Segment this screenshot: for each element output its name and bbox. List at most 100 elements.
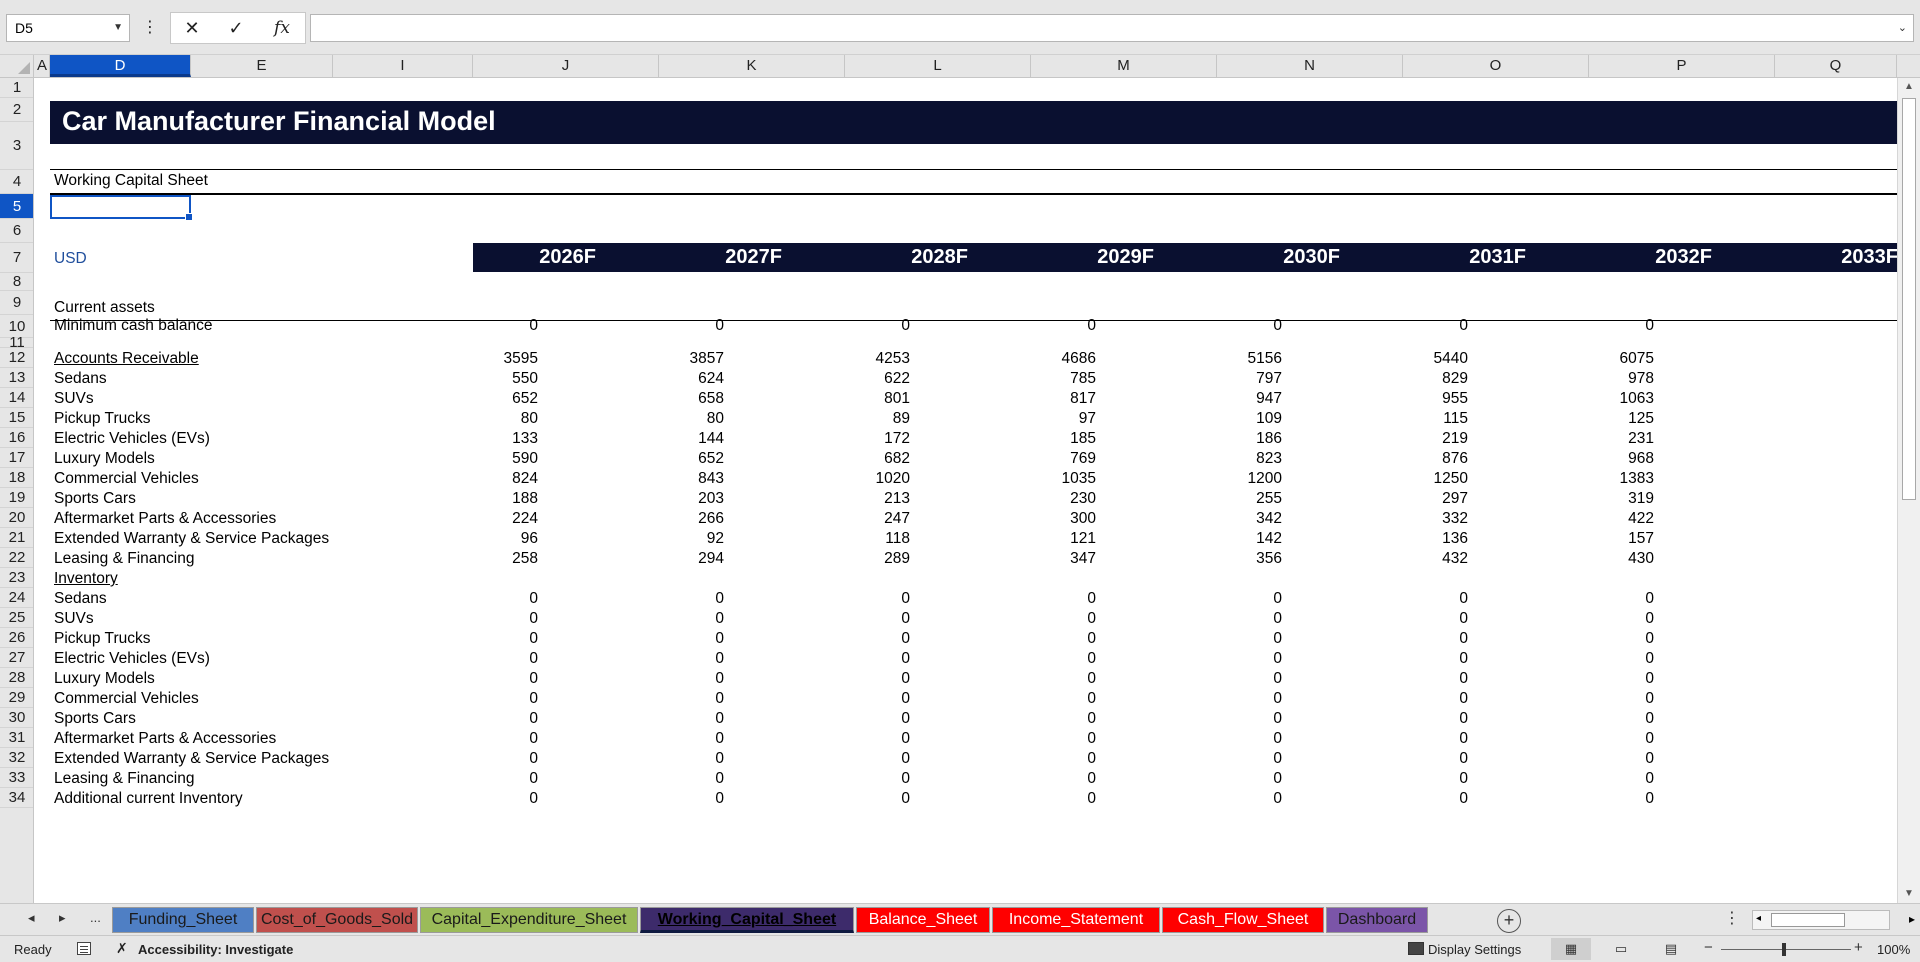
tab-income-statement[interactable]: Income_Statement xyxy=(992,907,1160,933)
inventory-item-row-value[interactable]: 0 xyxy=(1182,670,1282,688)
row-header-21[interactable]: 21 xyxy=(0,528,33,548)
ar-item-row-value[interactable]: 109 xyxy=(1182,410,1282,428)
inventory-item-row-value[interactable]: 0 xyxy=(1182,770,1282,788)
column-header-o[interactable]: O xyxy=(1403,55,1589,77)
inventory-item-row-value[interactable]: 0 xyxy=(624,610,724,628)
more-sheets-button[interactable]: ... xyxy=(90,910,101,925)
inventory-item-row-value[interactable]: 0 xyxy=(1554,670,1654,688)
inventory-item-row-value[interactable]: 0 xyxy=(1182,630,1282,648)
inventory-item-row-value[interactable]: 0 xyxy=(624,750,724,768)
inventory-item-row-value[interactable]: 0 xyxy=(1554,650,1654,668)
ar-item-row-value[interactable]: 430 xyxy=(1554,550,1654,568)
inventory-item-row-value[interactable]: 0 xyxy=(996,730,1096,748)
inventory-item-row-value[interactable]: 0 xyxy=(810,690,910,708)
horizontal-scroll-thumb[interactable] xyxy=(1771,913,1845,927)
row-header-24[interactable]: 24 xyxy=(0,588,33,608)
select-all-corner[interactable] xyxy=(0,55,34,77)
ar-item-row-value[interactable]: 797 xyxy=(1182,370,1282,388)
ar-item-row-value[interactable]: 219 xyxy=(1368,430,1468,448)
ar-item-row-value[interactable]: 823 xyxy=(1182,450,1282,468)
row-header-8[interactable]: 8 xyxy=(0,273,33,291)
next-sheet-icon[interactable]: ▸ xyxy=(59,910,66,926)
row-header-27[interactable]: 27 xyxy=(0,648,33,668)
inventory-item-row-value[interactable]: 0 xyxy=(1368,670,1468,688)
row-header-18[interactable]: 18 xyxy=(0,468,33,488)
ar-item-row-value[interactable]: 89 xyxy=(810,410,910,428)
ar-item-row-value[interactable]: 294 xyxy=(624,550,724,568)
ar-item-row-value[interactable]: 1020 xyxy=(810,470,910,488)
ar-item-row-value[interactable]: 185 xyxy=(996,430,1096,448)
ar-item-row-value[interactable]: 125 xyxy=(1554,410,1654,428)
inventory-item-row-value[interactable]: 0 xyxy=(1554,790,1654,808)
min-cash-row-value[interactable]: 0 xyxy=(996,317,1096,335)
ar-item-row-value[interactable]: 231 xyxy=(1554,430,1654,448)
ar-item-row-value[interactable]: 342 xyxy=(1182,510,1282,528)
inventory-item-row-value[interactable]: 0 xyxy=(1368,590,1468,608)
tabs-options-icon[interactable]: ⋮ xyxy=(1724,908,1740,928)
inventory-item-row-value[interactable]: 0 xyxy=(624,590,724,608)
ar-item-row-value[interactable]: 115 xyxy=(1368,410,1468,428)
ar-item-row-value[interactable]: 801 xyxy=(810,390,910,408)
row-header-19[interactable]: 19 xyxy=(0,488,33,508)
ar-item-row-value[interactable]: 258 xyxy=(438,550,538,568)
inventory-item-row-value[interactable]: 0 xyxy=(810,790,910,808)
inventory-item-row-value[interactable]: 0 xyxy=(1182,790,1282,808)
ar-item-row-value[interactable]: 682 xyxy=(810,450,910,468)
ar-item-row-value[interactable]: 300 xyxy=(996,510,1096,528)
inventory-item-row-value[interactable]: 0 xyxy=(438,610,538,628)
accounts-receivable-row-value[interactable]: 3595 xyxy=(438,350,538,368)
inventory-item-row-value[interactable]: 0 xyxy=(624,650,724,668)
ar-item-row-value[interactable]: 1200 xyxy=(1182,470,1282,488)
ar-item-row-value[interactable]: 96 xyxy=(438,530,538,548)
inventory-item-row-value[interactable]: 0 xyxy=(1554,750,1654,768)
inventory-item-row-value[interactable]: 0 xyxy=(996,790,1096,808)
ar-item-row-value[interactable]: 829 xyxy=(1368,370,1468,388)
ar-item-row-value[interactable]: 824 xyxy=(438,470,538,488)
ar-item-row-value[interactable]: 297 xyxy=(1368,490,1468,508)
column-header-a[interactable]: A xyxy=(35,55,50,77)
inventory-item-row-value[interactable]: 0 xyxy=(624,790,724,808)
page-layout-view-icon[interactable]: ▭ xyxy=(1601,938,1641,960)
vertical-scrollbar[interactable]: ▲ ▼ xyxy=(1897,78,1920,903)
ar-item-row-value[interactable]: 1063 xyxy=(1554,390,1654,408)
enter-icon[interactable]: ✓ xyxy=(218,14,254,42)
inventory-item-row-value[interactable]: 0 xyxy=(624,730,724,748)
min-cash-row-value[interactable]: 0 xyxy=(810,317,910,335)
zoom-out-icon[interactable]: − xyxy=(1704,939,1713,956)
accounts-receivable-row-value[interactable]: 5156 xyxy=(1182,350,1282,368)
inventory-item-row-value[interactable]: 0 xyxy=(996,630,1096,648)
ar-item-row-value[interactable]: 652 xyxy=(438,390,538,408)
min-cash-row-value[interactable]: 0 xyxy=(1554,317,1654,335)
row-header-11[interactable]: 11 xyxy=(0,335,33,350)
inventory-item-row-value[interactable]: 0 xyxy=(810,750,910,768)
row-header-28[interactable]: 28 xyxy=(0,668,33,688)
tab-working-capital-sheet[interactable]: Working_Capital_Sheet xyxy=(640,907,854,933)
inventory-item-row-value[interactable]: 0 xyxy=(1554,630,1654,648)
inventory-item-row-value[interactable]: 0 xyxy=(996,690,1096,708)
inventory-item-row-value[interactable]: 0 xyxy=(438,690,538,708)
inventory-item-row-value[interactable]: 0 xyxy=(810,630,910,648)
inventory-item-row-value[interactable]: 0 xyxy=(810,590,910,608)
row-header-20[interactable]: 20 xyxy=(0,508,33,528)
inventory-item-row-value[interactable]: 0 xyxy=(1554,730,1654,748)
normal-view-icon[interactable]: ▦ xyxy=(1551,938,1591,960)
row-header-29[interactable]: 29 xyxy=(0,688,33,708)
column-header-m[interactable]: M xyxy=(1031,55,1217,77)
inventory-item-row-value[interactable]: 0 xyxy=(1554,610,1654,628)
inventory-item-row-value[interactable]: 0 xyxy=(1554,710,1654,728)
row-header-25[interactable]: 25 xyxy=(0,608,33,628)
ar-item-row-value[interactable]: 978 xyxy=(1554,370,1654,388)
ar-item-row-value[interactable]: 624 xyxy=(624,370,724,388)
column-header-d[interactable]: D xyxy=(50,55,191,77)
column-header-n[interactable]: N xyxy=(1217,55,1403,77)
inventory-item-row-value[interactable]: 0 xyxy=(438,630,538,648)
inventory-item-row-value[interactable]: 0 xyxy=(810,610,910,628)
column-header-j[interactable]: J xyxy=(473,55,659,77)
tab-capital-expenditure-sheet[interactable]: Capital_Expenditure_Sheet xyxy=(420,907,638,933)
row-header-14[interactable]: 14 xyxy=(0,388,33,408)
ar-item-row-value[interactable]: 172 xyxy=(810,430,910,448)
vertical-scroll-thumb[interactable] xyxy=(1902,98,1916,500)
inventory-item-row-value[interactable]: 0 xyxy=(810,650,910,668)
column-header-l[interactable]: L xyxy=(845,55,1031,77)
ar-item-row-value[interactable]: 1383 xyxy=(1554,470,1654,488)
